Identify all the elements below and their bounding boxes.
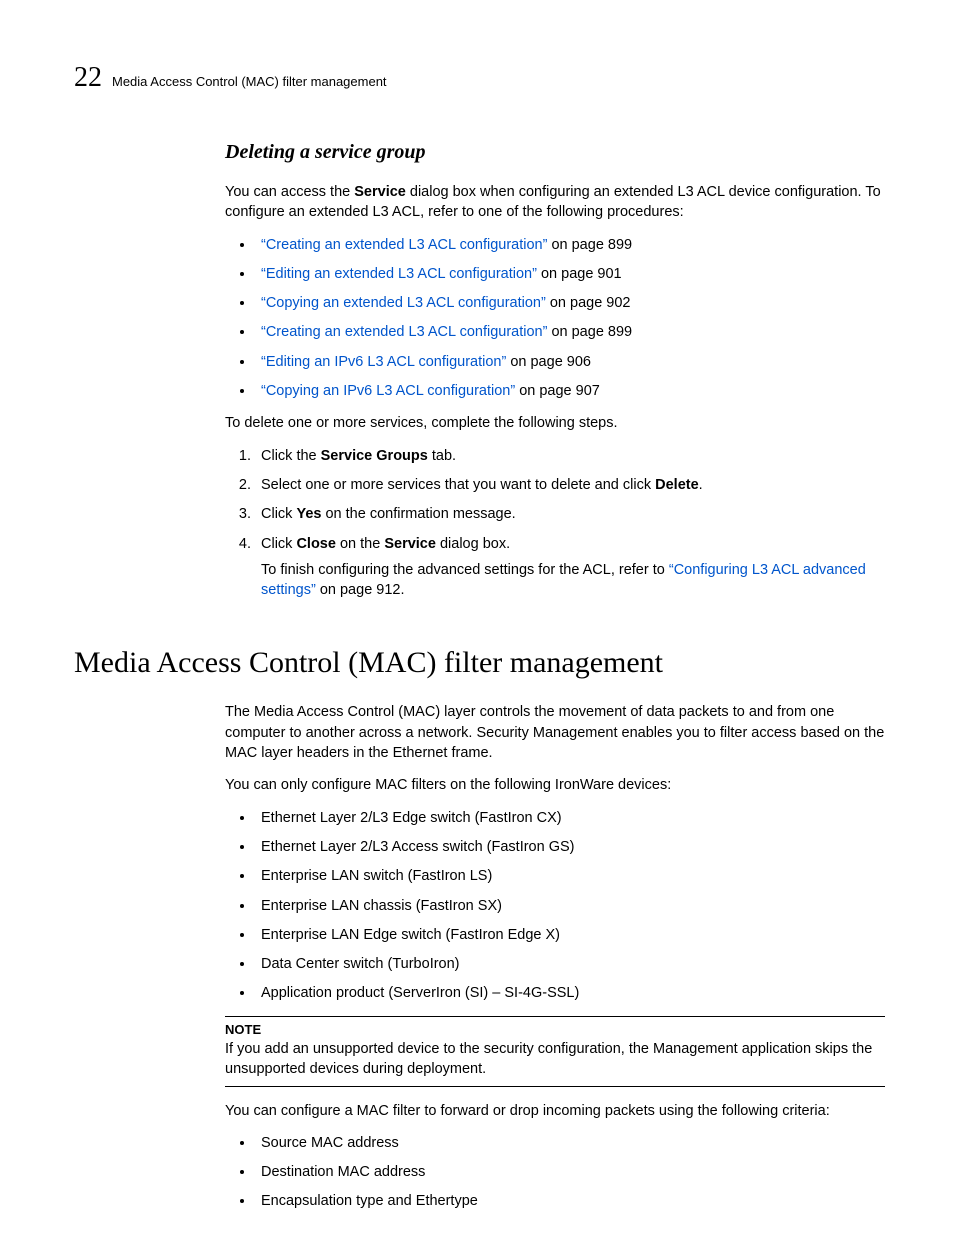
step-4-sub: To finish configuring the advanced setti… — [261, 560, 885, 601]
list-item: Source MAC address — [255, 1133, 885, 1153]
xref-link[interactable]: “Editing an extended L3 ACL configuratio… — [261, 266, 537, 282]
page-content: Deleting a service group You can access … — [225, 138, 885, 1224]
list-item: “Editing an IPv6 L3 ACL configuration” o… — [255, 352, 885, 372]
steps-intro: To delete one or more services, complete… — [225, 413, 885, 433]
list-item: Enterprise LAN chassis (FastIron SX) — [255, 896, 885, 916]
list-item: Destination MAC address — [255, 1162, 885, 1182]
list-item: Data Center switch (TurboIron) — [255, 954, 885, 974]
list-item: “Creating an extended L3 ACL configurati… — [255, 235, 885, 255]
section-heading-mac: Media Access Control (MAC) filter manage… — [74, 642, 885, 684]
step-1: Click the Service Groups tab. — [255, 446, 885, 466]
xref-link[interactable]: “Copying an extended L3 ACL configuratio… — [261, 295, 546, 311]
xref-link[interactable]: “Copying an IPv6 L3 ACL configuration” — [261, 383, 515, 399]
list-item: “Editing an extended L3 ACL configuratio… — [255, 264, 885, 284]
list-item: Encapsulation type and Ethertype — [255, 1191, 885, 1211]
list-item: “Copying an IPv6 L3 ACL configuration” o… — [255, 381, 885, 401]
list-item: “Copying an extended L3 ACL configuratio… — [255, 293, 885, 313]
list-item: Ethernet Layer 2/L3 Edge switch (FastIro… — [255, 808, 885, 828]
list-item: Application product (ServerIron (SI) – S… — [255, 983, 885, 1003]
note-label: NOTE — [225, 1017, 885, 1039]
page-header: 22 Media Access Control (MAC) filter man… — [74, 58, 880, 97]
note-block: NOTE If you add an unsupported device to… — [225, 1016, 885, 1087]
intro-paragraph: You can access the Service dialog box wh… — [225, 182, 885, 223]
procedure-steps: Click the Service Groups tab. Select one… — [255, 446, 885, 601]
mac-para-2: You can only configure MAC filters on th… — [225, 775, 885, 795]
section-heading-deleting: Deleting a service group — [225, 138, 885, 166]
xref-link[interactable]: “Editing an IPv6 L3 ACL configuration” — [261, 354, 506, 370]
service-bold: Service — [354, 184, 406, 200]
step-4: Click Close on the Service dialog box. T… — [255, 534, 885, 601]
note-body: If you add an unsupported device to the … — [225, 1039, 885, 1087]
header-title: Media Access Control (MAC) filter manage… — [112, 73, 387, 91]
list-item: Enterprise LAN switch (FastIron LS) — [255, 866, 885, 886]
step-3: Click Yes on the confirmation message. — [255, 504, 885, 524]
list-item: Enterprise LAN Edge switch (FastIron Edg… — [255, 925, 885, 945]
mac-para-3: You can configure a MAC filter to forwar… — [225, 1101, 885, 1121]
mac-para-1: The Media Access Control (MAC) layer con… — [225, 702, 885, 763]
list-item: Ethernet Layer 2/L3 Access switch (FastI… — [255, 837, 885, 857]
step-2: Select one or more services that you wan… — [255, 475, 885, 495]
xref-link-list: “Creating an extended L3 ACL configurati… — [255, 235, 885, 402]
criteria-list: Source MAC address Destination MAC addre… — [255, 1133, 885, 1212]
device-list: Ethernet Layer 2/L3 Edge switch (FastIro… — [255, 808, 885, 1004]
xref-link[interactable]: “Creating an extended L3 ACL configurati… — [261, 324, 547, 340]
xref-link[interactable]: “Creating an extended L3 ACL configurati… — [261, 237, 547, 253]
h1-heading-wrap: Media Access Control (MAC) filter manage… — [74, 642, 885, 684]
chapter-number: 22 — [74, 58, 102, 97]
list-item: “Creating an extended L3 ACL configurati… — [255, 322, 885, 342]
